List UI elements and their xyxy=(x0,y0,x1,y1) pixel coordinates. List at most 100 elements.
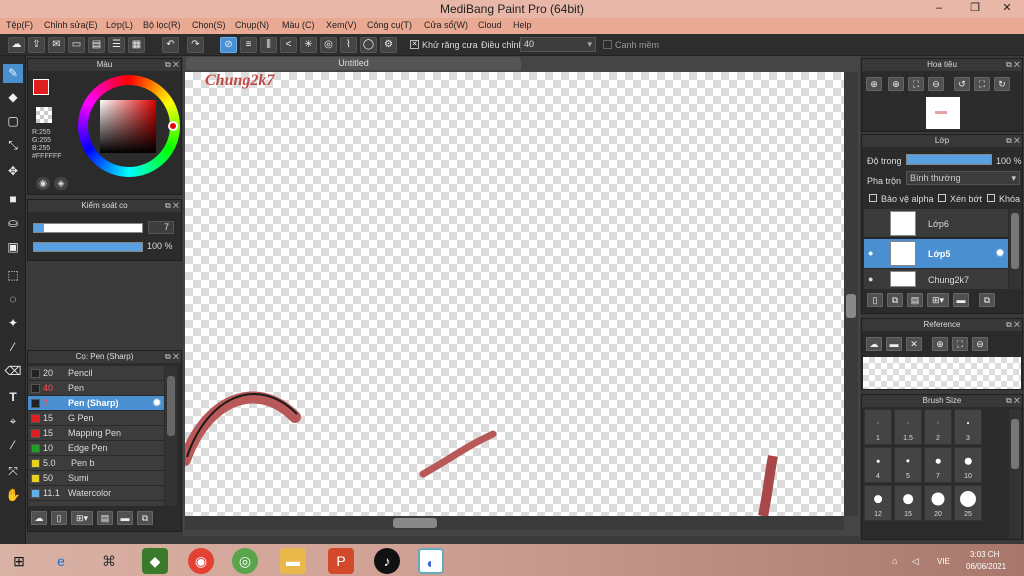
layer-item[interactable]: Lớp6 xyxy=(864,209,1008,238)
folder-icon[interactable]: ▬ xyxy=(117,511,133,525)
menu-select[interactable]: Chọn(S) xyxy=(192,20,226,30)
visibility-icon[interactable]: ● xyxy=(868,248,873,258)
brush-item[interactable]: 50 Sumi xyxy=(28,471,164,486)
gradient-tool-icon[interactable]: ▣ xyxy=(3,238,23,257)
brush-size-cell[interactable]: 1.5 xyxy=(894,409,922,445)
visibility-icon[interactable]: ● xyxy=(868,274,873,284)
scroll-thumb[interactable] xyxy=(1011,213,1019,269)
brush-item[interactable]: 40 Pen xyxy=(28,381,164,396)
antialias-checkbox[interactable]: ✕ xyxy=(410,40,419,49)
new-layer-icon[interactable]: ▯ xyxy=(867,293,883,307)
edge-checkbox[interactable] xyxy=(603,40,612,49)
brush-size-cell[interactable]: 10 xyxy=(954,447,982,483)
scroll-thumb[interactable] xyxy=(167,376,175,436)
radial-snap-icon[interactable]: ✳ xyxy=(300,37,317,53)
panel-controls-icon[interactable]: ⧉ ✕ xyxy=(1006,59,1020,71)
brush-size-scrollbar[interactable] xyxy=(1009,409,1021,539)
copy-icon[interactable]: ⧉ xyxy=(137,511,153,525)
gear-icon[interactable]: ✹ xyxy=(995,246,1005,260)
vanish-snap-icon[interactable]: < xyxy=(280,37,297,53)
layer-item-selected[interactable]: ● Lớp5 ✹ xyxy=(864,239,1008,268)
chrome-icon[interactable]: ◉ xyxy=(188,548,214,574)
vertical-scrollbar[interactable] xyxy=(844,72,858,516)
operation-tool-icon[interactable]: ⌖ xyxy=(3,412,23,431)
transparent-color-swatch[interactable] xyxy=(36,107,52,123)
copy-layer-icon[interactable]: ⧉ xyxy=(979,293,995,307)
brush-size-cell[interactable]: 20 xyxy=(924,485,952,521)
layer-scrollbar[interactable] xyxy=(1009,209,1021,289)
gear-icon[interactable]: ✹ xyxy=(153,396,161,411)
brush-size-cell[interactable]: 5 xyxy=(894,447,922,483)
foreground-color-swatch[interactable] xyxy=(33,79,49,95)
brush-size-cell[interactable]: 2 xyxy=(924,409,952,445)
bluestacks-icon[interactable]: ◆ xyxy=(142,548,168,574)
ellipse-snap-icon[interactable]: ◯ xyxy=(360,37,377,53)
add-brush-icon[interactable]: ⊞▾ xyxy=(71,511,93,525)
brush-item[interactable]: 20 Pencil xyxy=(28,366,164,381)
brush-size-cell[interactable]: 7 xyxy=(924,447,952,483)
brush-settings-icon[interactable]: ▤ xyxy=(97,511,113,525)
palette-settings-icon[interactable]: ◈ xyxy=(54,177,68,190)
dot-tool-icon[interactable]: ▢ xyxy=(3,112,23,131)
layer-opacity-slider[interactable] xyxy=(906,154,992,165)
brush-item-selected[interactable]: 7 Pen (Sharp) ✹ xyxy=(28,396,164,411)
eyedropper-icon[interactable]: ⤧ xyxy=(3,462,23,481)
hue-marker[interactable] xyxy=(168,121,178,131)
menu-help[interactable]: Help xyxy=(513,20,532,30)
brush-item[interactable]: 15 G Pen xyxy=(28,411,164,426)
zoom-plus-icon[interactable]: ⊕ xyxy=(888,77,904,91)
doc-icon[interactable]: ▤ xyxy=(88,37,105,53)
brush-tool-icon[interactable]: ✎ xyxy=(3,64,23,83)
panel-controls-icon[interactable]: ⧉ ✕ xyxy=(1006,319,1020,331)
display-icon[interactable]: ▭ xyxy=(68,37,85,53)
navigator-thumbnail[interactable] xyxy=(926,97,960,129)
select-eraser-icon[interactable]: ⌫ xyxy=(3,362,23,381)
fit-icon[interactable]: ⛶ xyxy=(908,77,924,91)
magic-wand-icon[interactable]: ✦ xyxy=(3,314,23,333)
parallel-snap-icon[interactable]: ≡ xyxy=(240,37,257,53)
minimize-button[interactable]: – xyxy=(922,0,956,18)
green-app-icon[interactable]: ◎ xyxy=(232,548,258,574)
lasso-tool-icon[interactable]: ◌ xyxy=(3,290,23,309)
menu-tools[interactable]: Công cụ(T) xyxy=(367,20,412,30)
brush-item[interactable]: 15 Mapping Pen xyxy=(28,426,164,441)
folder-icon[interactable]: ▬ xyxy=(953,293,969,307)
brush-size-slider[interactable] xyxy=(33,223,143,233)
brush-item[interactable]: 5.0 Pen b xyxy=(28,456,164,471)
panel-controls-icon[interactable]: ⧉ ✕ xyxy=(165,200,179,212)
brush-size-cell[interactable]: 1 xyxy=(864,409,892,445)
divide-tool-icon[interactable]: ⁄ xyxy=(3,436,23,455)
network-icon[interactable]: ⌂ xyxy=(892,556,897,566)
zoom-in-icon[interactable]: ⊕ xyxy=(932,337,948,351)
menu-cloud[interactable]: Cloud xyxy=(478,20,502,30)
protect-alpha-checkbox[interactable] xyxy=(869,194,877,202)
shape-tool-icon[interactable]: ■ xyxy=(3,190,23,209)
brush-list-scrollbar[interactable] xyxy=(165,366,177,506)
rotate-right-icon[interactable]: ↻ xyxy=(994,77,1010,91)
gear-icon[interactable]: ⚙ xyxy=(380,37,397,53)
menu-color[interactable]: Màu (C) xyxy=(282,20,315,30)
maximize-button[interactable]: ❐ xyxy=(958,0,992,18)
blend-select[interactable]: Bình thường ▾ xyxy=(906,171,1020,185)
redo-icon[interactable]: ↷ xyxy=(187,37,204,53)
panel-controls-icon[interactable]: ⧉ ✕ xyxy=(165,59,179,71)
brush-size-cell[interactable]: 4 xyxy=(864,447,892,483)
hand-tool-icon[interactable]: ✋ xyxy=(3,486,23,505)
horizontal-scrollbar[interactable] xyxy=(185,516,844,530)
menu-file[interactable]: Tệp(F) xyxy=(6,20,33,30)
share-icon[interactable]: ⇪ xyxy=(28,37,45,53)
curve-snap-icon[interactable]: ⌇ xyxy=(340,37,357,53)
file-explorer-icon[interactable]: ▬ xyxy=(280,548,306,574)
cloud-brush-icon[interactable]: ☁ xyxy=(31,511,47,525)
powerpoint-icon[interactable]: P xyxy=(328,548,354,574)
menu-filter[interactable]: Bộ lọc(R) xyxy=(143,20,181,30)
brush-size-cell[interactable]: 12 xyxy=(864,485,892,521)
clipping-checkbox[interactable] xyxy=(938,194,946,202)
scroll-thumb[interactable] xyxy=(1011,419,1019,469)
windows-start-icon[interactable]: ⊞ xyxy=(6,548,32,574)
add-layer-icon[interactable]: ⊞▾ xyxy=(927,293,949,307)
reference-canvas[interactable] xyxy=(863,357,1021,389)
scroll-thumb[interactable] xyxy=(393,518,437,528)
duplicate-layer-icon[interactable]: ⧉ xyxy=(887,293,903,307)
clock-date[interactable]: 06/06/2021 xyxy=(966,562,1006,571)
